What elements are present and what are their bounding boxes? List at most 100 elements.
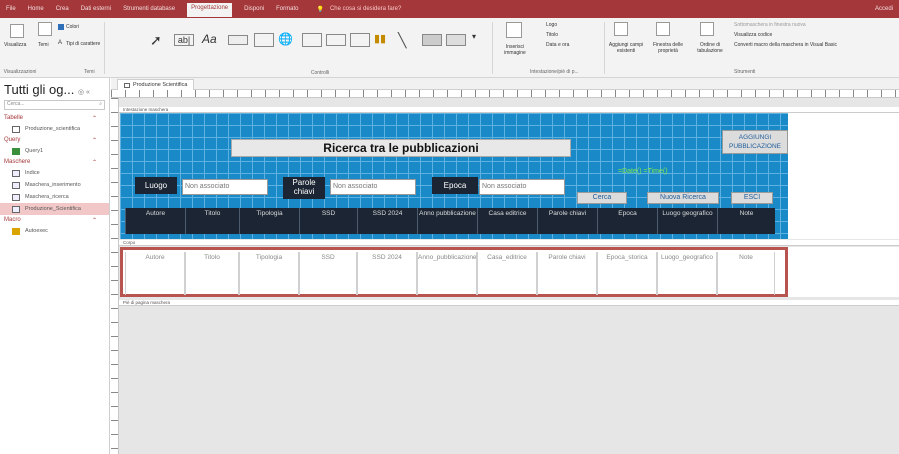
fonts-button[interactable]: Tipi di carattere	[66, 41, 100, 47]
tab-order-button[interactable]: Ordine di tabulazione	[692, 42, 728, 54]
toggle-control-icon[interactable]	[422, 34, 442, 46]
field-textbox[interactable]: SSD	[299, 252, 357, 295]
tab-disponi[interactable]: Disponi	[244, 6, 264, 12]
document-tab-strip: Produzione Scientifica	[111, 78, 899, 90]
tab-progettazione[interactable]: Progettazione	[187, 3, 233, 17]
tools-group: Aggiungi campi esistenti Finestra delle …	[608, 18, 748, 78]
epoca-input[interactable]: Non associato	[479, 179, 565, 195]
option-group-control-icon[interactable]	[350, 33, 370, 47]
nav-search-input[interactable]: Cerca... ⌕	[4, 100, 105, 110]
column-header[interactable]: Note	[717, 208, 775, 234]
form-icon	[12, 181, 20, 189]
nav-section-tabelle[interactable]: Tabelle ⌃	[0, 113, 109, 123]
nav-item-form[interactable]: Indice	[0, 167, 109, 179]
tab-file[interactable]: File	[6, 6, 16, 12]
colors-button[interactable]: Colori	[66, 24, 79, 30]
convert-macro-button[interactable]: Converti macro della maschera in Visual …	[734, 42, 837, 48]
field-textbox[interactable]: Autore	[125, 252, 185, 295]
parole-chiavi-input[interactable]: Non associato	[330, 179, 416, 195]
field-textbox[interactable]: Parole chiavi	[537, 252, 597, 295]
view-button[interactable]: Visualizza	[4, 42, 26, 48]
column-header[interactable]: Anno pubblicazione	[417, 208, 477, 234]
date-time-button[interactable]: Data e ora	[546, 42, 569, 48]
epoca-label: Epoca	[432, 177, 478, 194]
column-header[interactable]: Luogo geografico	[657, 208, 717, 234]
document-tab[interactable]: Produzione Scientifica	[117, 79, 195, 90]
tab-control-icon[interactable]	[254, 33, 274, 47]
nav-section-query[interactable]: Query ⌃	[0, 135, 109, 145]
search-button[interactable]: Cerca	[577, 192, 627, 204]
nav-item-label: Produzione_Scientifica	[25, 206, 81, 212]
tell-me-input[interactable]: Che cosa si desidera fare?	[330, 6, 401, 12]
field-textbox[interactable]: Note	[717, 252, 775, 295]
title-button[interactable]: Titolo	[546, 32, 558, 38]
form-title-label[interactable]: Ricerca tra le pubblicazioni	[231, 139, 571, 157]
search-icon: ⌕	[99, 101, 102, 107]
field-textbox[interactable]: Casa_editrice	[477, 252, 537, 295]
line-control-icon[interactable]: ╲	[398, 32, 418, 50]
view-icon	[10, 24, 24, 38]
field-textbox[interactable]: SSD 2024	[357, 252, 417, 295]
sign-in-link[interactable]: Accedi	[875, 6, 893, 12]
insert-image-button[interactable]: Inserisci immagine	[496, 44, 534, 56]
column-header[interactable]: SSD 2024	[357, 208, 417, 234]
tab-crea[interactable]: Crea	[56, 6, 69, 12]
chevron-down-icon[interactable]: ◎ «	[78, 89, 90, 96]
form-design-surface[interactable]: Intestazione maschera Ricerca tra le pub…	[111, 90, 899, 454]
new-search-button[interactable]: Nuova Ricerca	[647, 192, 719, 204]
nav-item-label: Autoexec	[25, 228, 48, 234]
property-sheet-button[interactable]: Finestra delle proprietà	[648, 42, 688, 54]
column-header[interactable]: Epoca	[597, 208, 657, 234]
column-header[interactable]: Tipologia	[239, 208, 299, 234]
field-textbox[interactable]: Epoca_storica	[597, 252, 657, 295]
more-controls-icon[interactable]: ▾	[472, 32, 492, 50]
subform-button[interactable]: Sottomaschera in finestra nuova	[734, 22, 806, 28]
themes-button[interactable]: Temi	[38, 42, 49, 48]
band-header-corpo[interactable]: Corpo	[119, 240, 899, 246]
parole-chiavi-label: Parole chiavi	[283, 177, 325, 199]
nav-item-form[interactable]: Maschera_inserimento	[0, 179, 109, 191]
add-fields-button[interactable]: Aggiungi campi esistenti	[608, 42, 644, 54]
field-textbox[interactable]: Anno_pubblicazione	[417, 252, 477, 295]
tab-order-icon	[700, 22, 714, 36]
chart-control-icon[interactable]: ▮▮	[374, 32, 394, 50]
tab-strumenti-database[interactable]: Strumenti database	[123, 6, 175, 12]
nav-item-macro[interactable]: Autoexec	[0, 225, 109, 237]
button-control-icon[interactable]	[228, 35, 248, 45]
nav-item-form-selected[interactable]: Produzione_Scientifica	[0, 203, 109, 215]
exit-button[interactable]: ESCI	[731, 192, 773, 204]
band-label: Intestazione maschera	[123, 107, 169, 112]
field-textbox[interactable]: Tipologia	[239, 252, 299, 295]
query-icon	[12, 147, 20, 155]
nav-item-table[interactable]: Produzione_scientifica	[0, 123, 109, 135]
hyperlink-control-icon[interactable]: 🌐	[278, 32, 298, 50]
field-textbox[interactable]: Titolo	[185, 252, 239, 295]
textbox-control-icon[interactable]: ab|	[174, 34, 194, 46]
field-textbox[interactable]: Luogo_geografico	[657, 252, 717, 295]
band-header-footer[interactable]: Piè di pagina maschera	[119, 300, 899, 306]
navigation-control-icon[interactable]	[326, 34, 346, 46]
tab-home[interactable]: Home	[28, 6, 44, 12]
image-control-icon[interactable]	[446, 34, 466, 46]
label-control-icon[interactable]: Aa	[202, 32, 222, 50]
column-header[interactable]: Casa editrice	[477, 208, 537, 234]
nav-item-form[interactable]: Maschera_ricerca	[0, 191, 109, 203]
view-code-button[interactable]: Visualizza codice	[734, 32, 772, 38]
nav-section-maschere[interactable]: Maschere ⌃	[0, 157, 109, 167]
tab-dati-esterni[interactable]: Dati esterni	[81, 6, 111, 12]
luogo-input[interactable]: Non associato	[182, 179, 268, 195]
nav-item-query[interactable]: Query1	[0, 145, 109, 157]
web-browser-control-icon[interactable]	[302, 33, 322, 47]
add-publication-button[interactable]: AGGIUNGI PUBBLICAZIONE	[722, 130, 788, 154]
detail-blank-area	[788, 247, 899, 297]
column-header[interactable]: Titolo	[185, 208, 239, 234]
nav-pane-title[interactable]: Tutti gli og... ◎ «	[0, 78, 109, 97]
tab-formato[interactable]: Formato	[276, 6, 298, 12]
column-header[interactable]: Autore	[125, 208, 185, 234]
logo-button[interactable]: Logo	[546, 22, 557, 28]
column-header[interactable]: SSD	[299, 208, 357, 234]
column-header[interactable]: Parole chiavi	[537, 208, 597, 234]
select-pointer-icon[interactable]: ➚	[150, 32, 170, 50]
date-time-textbox[interactable]: =Date() =Time()	[618, 168, 668, 175]
nav-section-macro[interactable]: Macro ⌃	[0, 215, 109, 225]
